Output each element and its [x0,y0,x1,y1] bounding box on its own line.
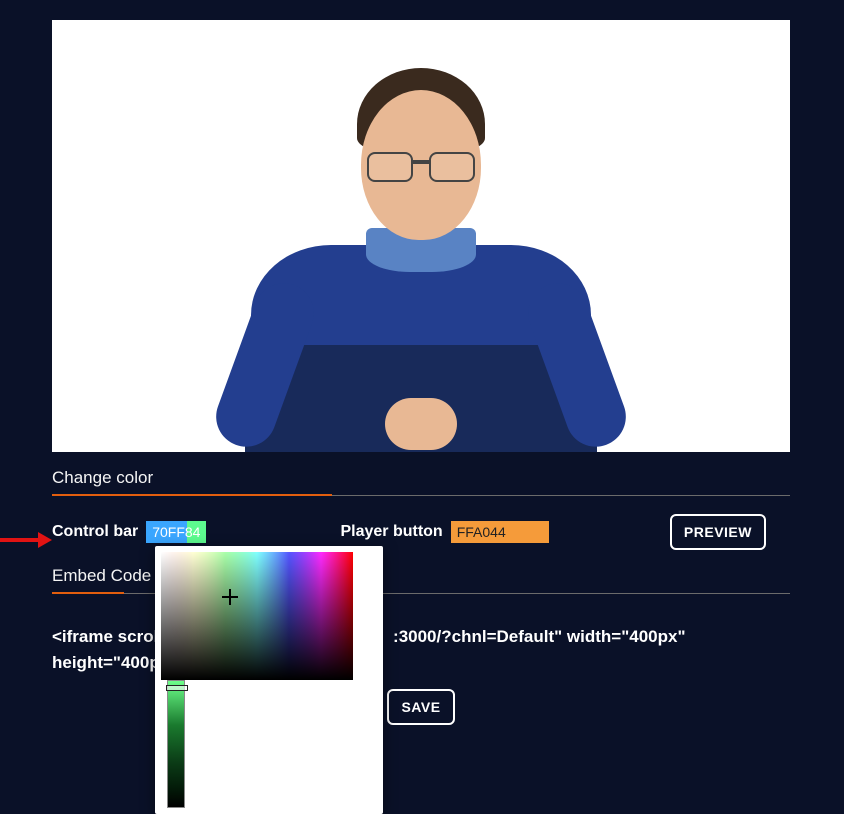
color-picker-sv-area[interactable] [161,552,353,680]
control-bar-label: Control bar [52,523,138,541]
color-controls-row: Control bar 70FF84 Player button FFA044 … [52,514,790,550]
color-picker-cursor[interactable] [222,589,238,605]
section-title-change-color: Change color [52,468,790,488]
section-underline [52,494,790,496]
embed-code-left: <iframe scroll [52,627,163,646]
color-picker-hue-thumb[interactable] [166,685,188,691]
underline-grey [332,495,790,496]
annotation-arrow-icon [0,530,52,550]
preview-button[interactable]: PREVIEW [670,514,766,550]
color-picker-hue-slider[interactable] [167,680,185,808]
underline-accent [52,494,332,496]
video-preview [52,20,790,452]
player-button-color-input[interactable]: FFA044 [451,521,549,543]
save-button[interactable]: SAVE [387,689,454,725]
player-button-label: Player button [340,523,442,541]
underline-accent-embed [52,592,124,594]
control-bar-color-input[interactable]: 70FF84 [146,521,206,543]
color-picker-popover[interactable] [155,546,383,814]
